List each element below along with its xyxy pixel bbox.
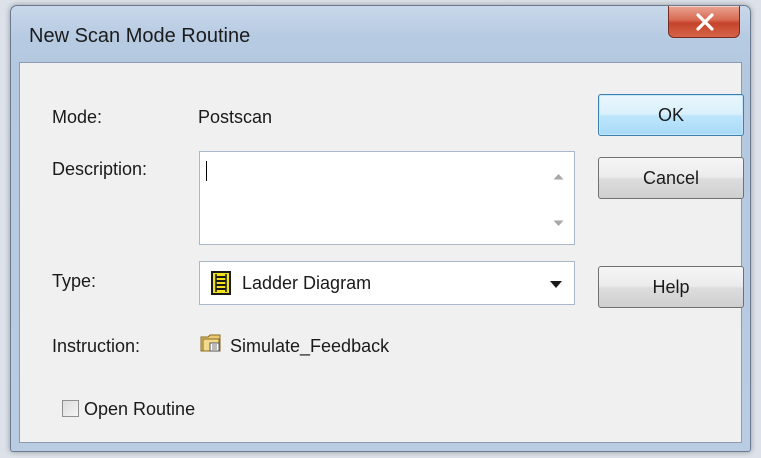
dialog-title: New Scan Mode Routine: [29, 25, 251, 47]
add-on-instruction-icon: [200, 334, 221, 352]
ladder-diagram-icon: [211, 271, 231, 295]
close-button[interactable]: [668, 6, 740, 38]
ok-button[interactable]: OK: [598, 94, 744, 136]
instruction-label: Instruction:: [52, 336, 141, 356]
scroll-down-arrow-icon[interactable]: [553, 220, 564, 227]
scroll-up-arrow-icon[interactable]: [553, 173, 564, 180]
cancel-button[interactable]: Cancel: [598, 157, 744, 199]
type-label: Type:: [52, 271, 97, 291]
description-textarea[interactable]: [199, 151, 575, 245]
text-caret: [206, 161, 207, 181]
help-button[interactable]: Help: [598, 266, 744, 308]
title-bar[interactable]: New Scan Mode Routine: [11, 6, 750, 62]
open-routine-checkbox[interactable]: [62, 400, 79, 417]
dropdown-arrow-icon[interactable]: [550, 281, 562, 288]
dialog-body: Mode: Postscan Description: Type: Ladder…: [19, 62, 744, 443]
type-dropdown[interactable]: Ladder Diagram: [199, 261, 575, 305]
open-routine-label[interactable]: Open Routine: [84, 399, 195, 420]
instruction-value: Simulate_Feedback: [230, 336, 390, 356]
dialog-window: New Scan Mode Routine Mode: Postscan Des…: [10, 5, 751, 452]
type-selected-value: Ladder Diagram: [242, 273, 372, 293]
mode-value: Postscan: [198, 107, 273, 127]
description-label: Description:: [52, 159, 148, 179]
description-scrollbar[interactable]: [543, 153, 573, 243]
mode-label: Mode:: [52, 107, 103, 127]
close-icon: [696, 13, 714, 31]
